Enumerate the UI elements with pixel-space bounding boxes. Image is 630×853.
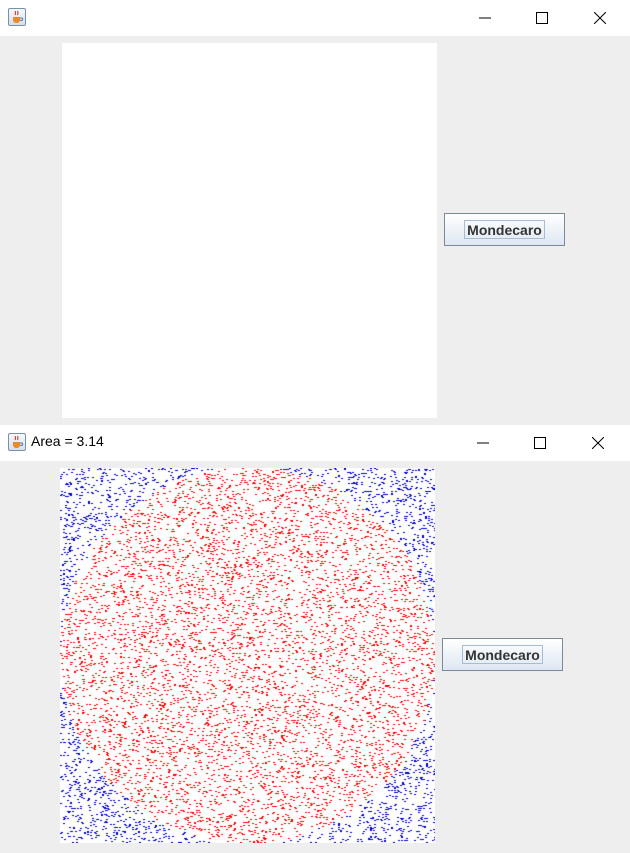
- close-button[interactable]: [575, 425, 621, 461]
- maximize-button[interactable]: [519, 0, 565, 36]
- monte-carlo-scatter: [60, 468, 435, 843]
- mondecaro-button-label: Mondecaro: [467, 222, 542, 238]
- maximize-icon: [534, 437, 546, 449]
- window-initial: Mondecaro: [0, 0, 630, 425]
- title-bar[interactable]: [0, 0, 630, 36]
- title-bar[interactable]: Area = 3.14: [0, 425, 630, 461]
- close-icon: [594, 12, 606, 24]
- simulation-canvas: [62, 43, 437, 418]
- minimize-button[interactable]: [462, 0, 508, 36]
- close-button[interactable]: [577, 0, 623, 36]
- close-icon: [592, 437, 604, 449]
- maximize-icon: [536, 12, 548, 24]
- window-result: Area = 3.14 Mondecaro: [0, 425, 630, 853]
- mondecaro-button[interactable]: Mondecaro: [444, 213, 565, 246]
- maximize-button[interactable]: [517, 425, 563, 461]
- minimize-icon: [477, 442, 489, 444]
- mondecaro-button[interactable]: Mondecaro: [442, 638, 563, 671]
- window-title: Area = 3.14: [31, 433, 104, 449]
- mondecaro-button-label: Mondecaro: [465, 647, 540, 663]
- minimize-icon: [479, 17, 491, 19]
- simulation-canvas: [60, 468, 435, 843]
- minimize-button[interactable]: [460, 425, 506, 461]
- java-cup-icon: [8, 8, 26, 26]
- java-cup-icon: [8, 433, 26, 451]
